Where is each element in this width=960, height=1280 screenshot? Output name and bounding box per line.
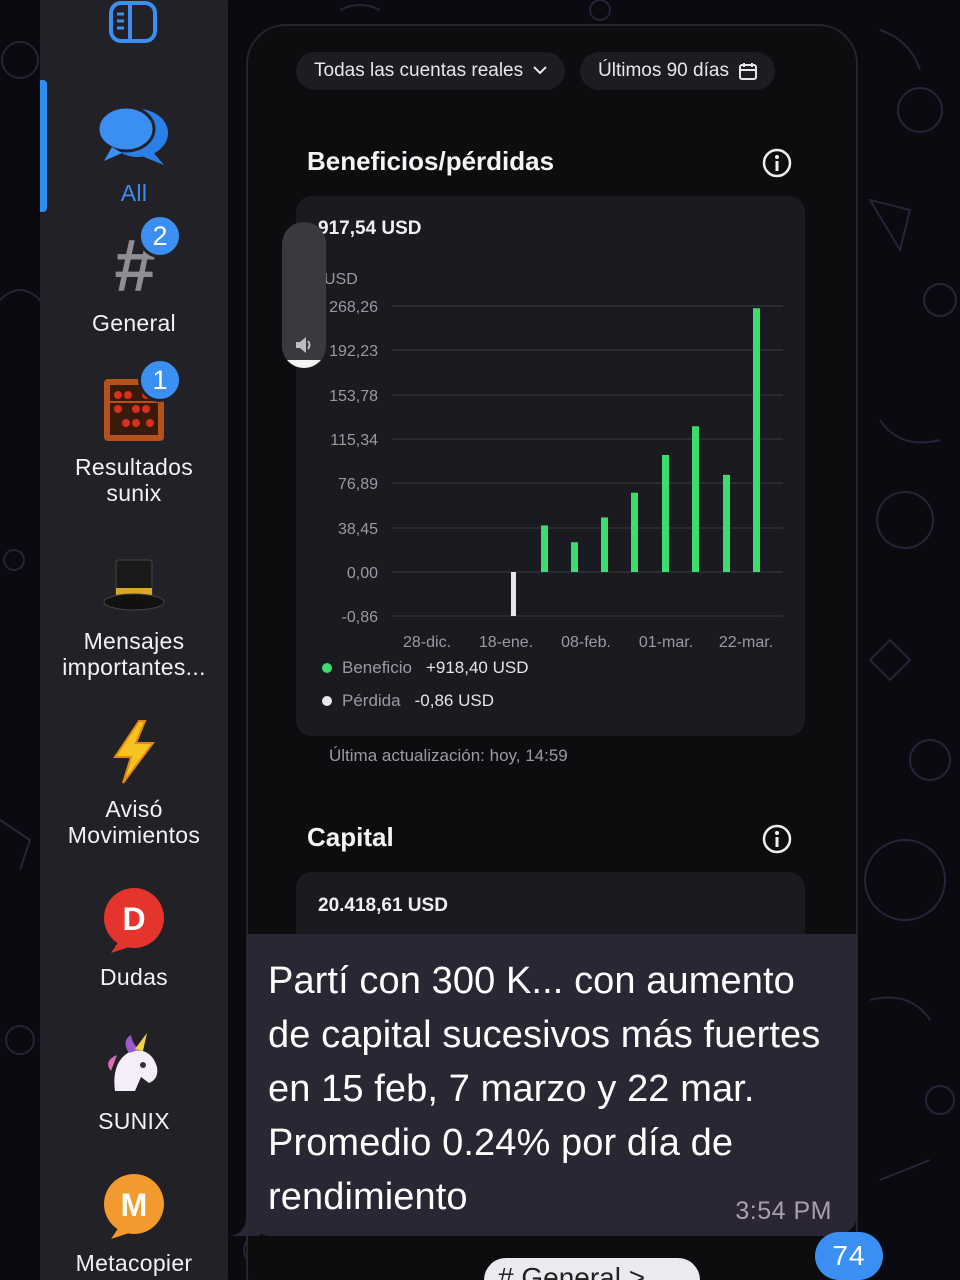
info-icon[interactable] bbox=[762, 148, 792, 178]
y-tick-label: 0,00 bbox=[347, 565, 378, 582]
capital-total: 20.418,61 USD bbox=[318, 895, 448, 916]
profit-bar bbox=[723, 474, 730, 572]
message-text: Partí con 300 K... con aumento de capita… bbox=[268, 960, 821, 1218]
folder-general[interactable]: # 2 General bbox=[40, 214, 228, 336]
profit-dot bbox=[322, 663, 332, 673]
folder-metacopier[interactable]: M Metacopier bbox=[40, 1166, 228, 1276]
chat-bubbles-icon bbox=[94, 96, 174, 176]
folder-label: Avisó Movimientos bbox=[67, 796, 201, 848]
y-tick-label: 76,89 bbox=[338, 476, 378, 493]
letter-m-icon: M bbox=[94, 1166, 174, 1246]
abacus-icon: 1 bbox=[94, 358, 182, 450]
folder-dudas[interactable]: D Dudas bbox=[40, 880, 228, 990]
y-tick-label: 268,26 bbox=[329, 299, 378, 316]
profit-section-title: Beneficios/pérdidas bbox=[307, 146, 555, 176]
folder-label: General bbox=[92, 310, 176, 336]
calendar-icon bbox=[738, 63, 757, 80]
loss-bar bbox=[511, 572, 516, 616]
profit-bar bbox=[753, 308, 760, 572]
account-filter-label: Todas las cuentas reales bbox=[314, 60, 524, 81]
message-bubble[interactable]: Partí con 300 K... con aumento de capita… bbox=[246, 934, 858, 1236]
profit-bar bbox=[662, 454, 669, 572]
letter-d-icon: D bbox=[94, 880, 174, 960]
x-tick-label: 28-dic. bbox=[403, 634, 451, 651]
profit-bar bbox=[631, 492, 638, 572]
last-updated-text: Última actualización: hoy, 14:59 bbox=[329, 746, 568, 765]
sidebar-toggle-icon[interactable] bbox=[108, 0, 158, 44]
x-tick-label: 08-feb. bbox=[561, 634, 611, 651]
svg-text:D: D bbox=[122, 901, 145, 937]
folder-mensajes-importantes[interactable]: Mensajes importantes... bbox=[40, 544, 228, 680]
volume-slider[interactable] bbox=[282, 222, 326, 368]
unicorn-icon bbox=[94, 1024, 174, 1104]
speaker-icon bbox=[296, 337, 311, 353]
legend-profit: Beneficio +918,40 USD bbox=[322, 658, 528, 678]
hashtag-icon: # 2 bbox=[94, 214, 182, 306]
folder-label: Dudas bbox=[100, 964, 168, 990]
bubble-tail bbox=[230, 1200, 260, 1236]
folder-label: Resultados sunix bbox=[74, 454, 194, 506]
profit-bar bbox=[541, 525, 548, 572]
period-filter-button[interactable]: Últimos 90 días bbox=[580, 52, 775, 90]
lightning-icon bbox=[94, 712, 174, 792]
folder-label: All bbox=[120, 180, 148, 206]
jump-to-folder-chip[interactable]: # General > bbox=[484, 1258, 700, 1280]
folder-resultados-sunix[interactable]: 1 Resultados sunix bbox=[40, 358, 228, 506]
profit-total: 917,54 USD bbox=[318, 218, 422, 239]
y-tick-label: 115,34 bbox=[330, 432, 378, 449]
unread-counter[interactable]: 74 bbox=[815, 1232, 883, 1280]
volume-level bbox=[282, 360, 326, 368]
capital-section-title: Capital bbox=[307, 822, 394, 852]
profit-bar bbox=[692, 426, 699, 572]
folder-sunix[interactable]: SUNIX bbox=[40, 1024, 228, 1134]
period-filter-label: Últimos 90 días bbox=[598, 60, 729, 81]
x-tick-label: 18-ene. bbox=[479, 634, 533, 651]
folder-label: SUNIX bbox=[98, 1108, 170, 1134]
x-tick-label: 22-mar. bbox=[719, 634, 773, 651]
info-icon[interactable] bbox=[762, 824, 792, 854]
folder-aviso-movimientos[interactable]: Avisó Movimientos bbox=[40, 712, 228, 848]
legend-loss: Pérdida -0,86 USD bbox=[322, 691, 494, 711]
y-tick-label: 192,23 bbox=[329, 343, 378, 360]
legend-loss-label: Pérdida bbox=[342, 691, 401, 710]
y-axis-label: USD bbox=[324, 271, 358, 288]
profit-bar bbox=[571, 542, 578, 572]
chevron-down-icon bbox=[533, 66, 547, 75]
x-tick-label: 01-mar. bbox=[639, 634, 693, 651]
loss-dot bbox=[322, 696, 332, 706]
unread-badge: 1 bbox=[138, 358, 182, 402]
folder-label: Metacopier bbox=[75, 1250, 193, 1276]
y-tick-label: 153,78 bbox=[329, 388, 378, 405]
account-filter-dropdown[interactable]: Todas las cuentas reales bbox=[296, 52, 566, 90]
y-tick-label: -0,86 bbox=[342, 609, 379, 626]
y-tick-label: 38,45 bbox=[338, 521, 378, 538]
folder-all[interactable]: All bbox=[40, 96, 228, 206]
profit-chart: USD 268,26 192,23 153,78 115,34 76,89 38,45 0,… bbox=[324, 271, 783, 651]
message-time: 3:54 PM bbox=[735, 1197, 832, 1225]
profit-bar bbox=[601, 517, 608, 572]
legend-profit-label: Beneficio bbox=[342, 658, 412, 677]
svg-text:M: M bbox=[121, 1187, 148, 1223]
unread-badge: 2 bbox=[138, 214, 182, 258]
legend-profit-value: +918,40 USD bbox=[425, 658, 529, 677]
top-hat-icon bbox=[94, 544, 174, 624]
legend-loss-value: -0,86 USD bbox=[414, 691, 494, 710]
folder-label: Mensajes importantes... bbox=[62, 628, 206, 680]
